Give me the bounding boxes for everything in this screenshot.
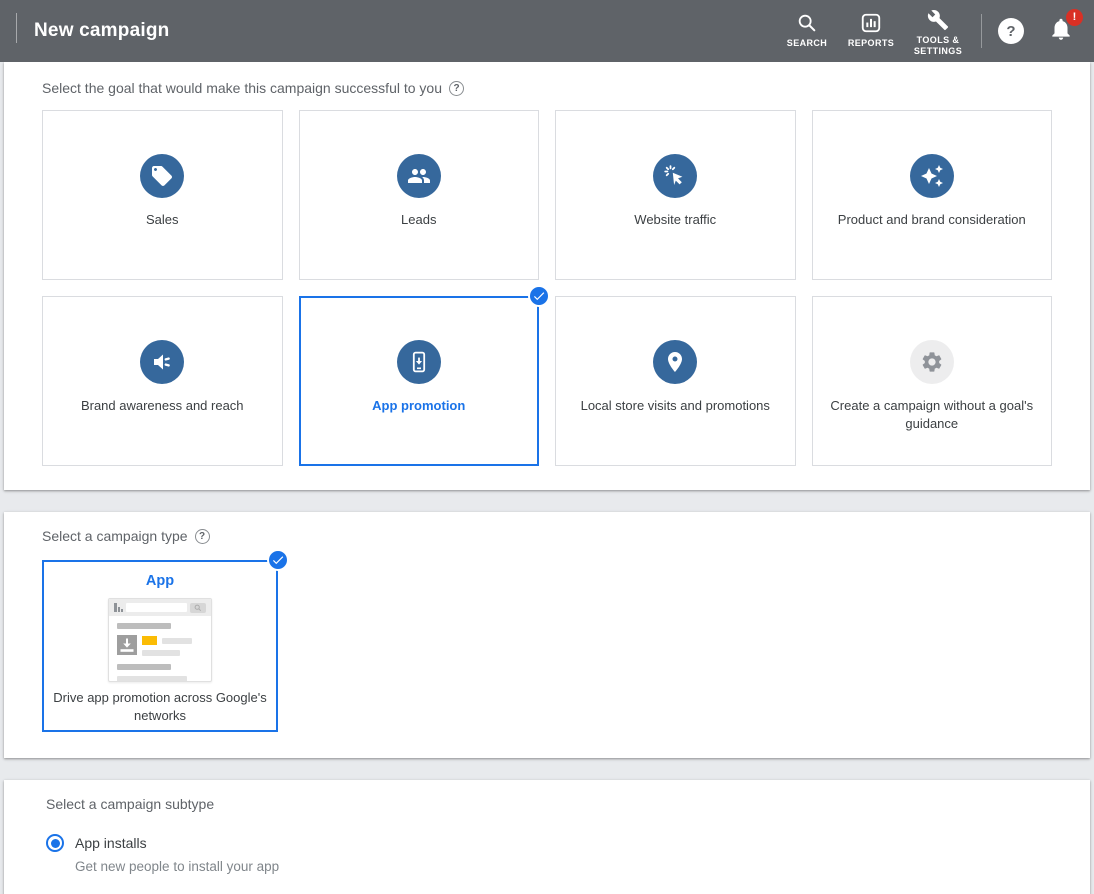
nav-reports-label: REPORTS <box>843 38 899 49</box>
illustration-text-bar <box>142 650 180 656</box>
help-button[interactable]: ? <box>998 18 1024 44</box>
illustration-text-bar <box>162 638 192 644</box>
header-divider <box>981 14 982 48</box>
illustration-result-area <box>109 616 211 682</box>
subtype-option-app-installs[interactable]: App installs <box>46 834 1048 852</box>
selected-check-icon <box>528 285 550 307</box>
nav-tools-settings-label: TOOLS & SETTINGS <box>910 35 966 58</box>
illustration-logo <box>114 603 123 612</box>
nav-tools-settings[interactable]: TOOLS & SETTINGS <box>903 0 973 62</box>
campaign-type-card-label: App <box>44 573 276 589</box>
nav-reports[interactable]: REPORTS <box>839 0 903 62</box>
illustration-search-input <box>126 603 187 612</box>
notifications-button[interactable]: ! <box>1048 16 1074 47</box>
header-left-divider <box>16 13 17 43</box>
subtype-option-description: Get new people to install your app <box>75 859 1048 874</box>
phone-download-icon <box>397 340 441 384</box>
app-campaign-illustration <box>108 598 212 682</box>
campaign-type-section: Select a campaign type ? App <box>4 512 1090 758</box>
top-app-bar: New campaign SEARCH <box>0 0 1094 62</box>
goal-card-label: Brand awareness and reach <box>81 397 244 415</box>
goal-card-no-goal[interactable]: Create a campaign without a goal's guida… <box>812 296 1053 466</box>
bell-icon <box>1048 29 1074 46</box>
illustration-app-tile <box>117 635 137 655</box>
map-pin-icon <box>653 340 697 384</box>
gear-icon <box>910 340 954 384</box>
illustration-text-bar <box>117 664 171 670</box>
goal-card-label: Product and brand consideration <box>838 211 1026 229</box>
nav-search[interactable]: SEARCH <box>775 0 839 62</box>
illustration-text-bar <box>117 676 187 682</box>
campaign-type-help-icon[interactable]: ? <box>195 529 210 544</box>
help-icon: ? <box>1006 23 1015 40</box>
illustration-text-bar <box>117 623 171 629</box>
goal-card-product-brand-consideration[interactable]: Product and brand consideration <box>812 110 1053 280</box>
campaign-subtype-section: Select a campaign subtype App installs G… <box>4 780 1090 894</box>
goal-card-brand-awareness[interactable]: Brand awareness and reach <box>42 296 283 466</box>
people-icon <box>397 154 441 198</box>
goal-card-leads[interactable]: Leads <box>299 110 540 280</box>
subtype-option-label: App installs <box>75 835 147 851</box>
wrench-icon <box>927 8 949 32</box>
goal-card-label: Sales <box>146 211 179 229</box>
sparkles-icon <box>910 154 954 198</box>
notification-badge: ! <box>1066 9 1083 26</box>
illustration-rating-chip <box>142 636 157 645</box>
goal-help-icon[interactable]: ? <box>449 81 464 96</box>
campaign-type-title: Select a campaign type <box>42 528 188 544</box>
search-icon <box>796 11 818 35</box>
campaign-type-card-description: Drive app promotion across Google's netw… <box>44 689 276 724</box>
tag-icon <box>140 154 184 198</box>
goal-card-local-store-visits[interactable]: Local store visits and promotions <box>555 296 796 466</box>
speaker-icon <box>140 340 184 384</box>
illustration-search-button <box>190 603 206 613</box>
radio-dot <box>51 839 60 848</box>
goal-card-grid: Sales Leads <box>42 110 1052 466</box>
radio-selected-icon[interactable] <box>46 834 64 852</box>
selected-check-icon <box>267 549 289 571</box>
cursor-click-icon <box>653 154 697 198</box>
goal-card-sales[interactable]: Sales <box>42 110 283 280</box>
nav-search-label: SEARCH <box>779 38 835 49</box>
goal-section-title: Select the goal that would make this cam… <box>42 80 442 96</box>
reports-icon <box>860 11 882 35</box>
goal-card-label: Local store visits and promotions <box>581 397 770 415</box>
goal-section: Select the goal that would make this cam… <box>4 62 1090 490</box>
campaign-type-card-app[interactable]: App <box>42 560 278 732</box>
page-title: New campaign <box>34 20 169 42</box>
illustration-search-bar <box>109 599 211 616</box>
goal-card-label: Leads <box>401 211 436 229</box>
goal-card-label: Create a campaign without a goal's guida… <box>827 397 1038 432</box>
goal-card-label: Website traffic <box>634 211 716 229</box>
campaign-subtype-title: Select a campaign subtype <box>46 796 214 812</box>
goal-card-website-traffic[interactable]: Website traffic <box>555 110 796 280</box>
goal-card-app-promotion[interactable]: App promotion <box>299 296 540 466</box>
goal-card-label: App promotion <box>372 397 465 415</box>
